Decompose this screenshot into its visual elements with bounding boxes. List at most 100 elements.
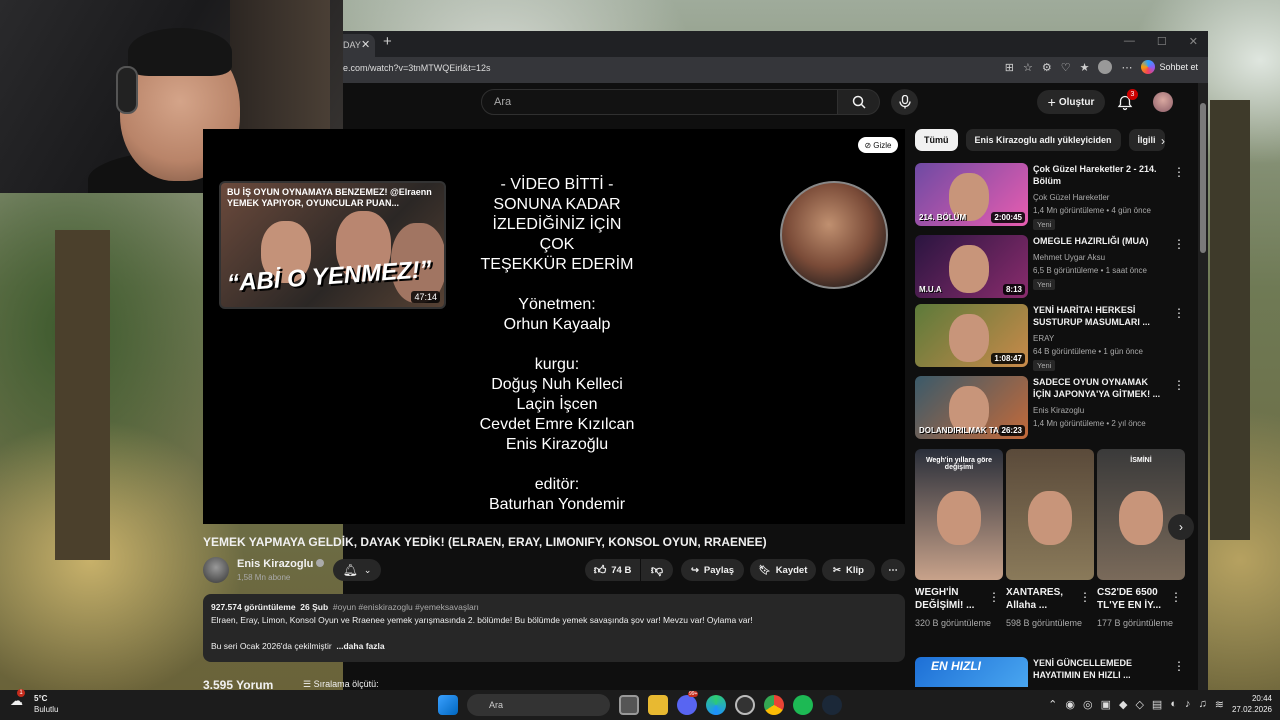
chevron-up-icon[interactable]: ⌃ [1048, 698, 1057, 711]
url-field[interactable]: e.com/watch?v=3tnMTWQEirl&t=12s [343, 63, 491, 73]
video-duration: 2:00:45 [991, 212, 1025, 223]
like-button[interactable]: 👍︎ 74 B [585, 559, 640, 581]
system-clock[interactable]: 20:44 27.02.2026 [1232, 693, 1272, 715]
more-vertical-icon[interactable]: ⋮ [988, 590, 1000, 604]
scrollbar-thumb[interactable] [1200, 103, 1206, 253]
account-avatar[interactable] [1153, 92, 1173, 112]
show-more-link[interactable]: ...daha fazla [336, 641, 384, 651]
more-vertical-icon[interactable]: ⋮ [1170, 590, 1182, 604]
tray-app-icon[interactable]: ▤ [1152, 698, 1162, 711]
share-button[interactable]: ↪ Paylaş [681, 559, 744, 581]
chrome-icon[interactable] [764, 695, 784, 715]
video-player[interactable]: ⊘ Gizle BU İŞ OYUN OYNAMAYA BENZEMEZ! @El… [203, 129, 905, 524]
description-line: Elraen, Eray, Limon, Konsol Oyun ve Rrae… [211, 615, 753, 625]
video-duration: 1:08:47 [991, 353, 1025, 364]
more-vertical-icon[interactable]: ⋮ [1173, 237, 1185, 251]
shorts-next-button[interactable]: › [1168, 514, 1194, 540]
chip-from-uploader[interactable]: Enis Kirazoglu adlı yükleyiciden [965, 129, 1121, 151]
tray-app-icon[interactable]: ◐ [1170, 698, 1177, 710]
wooden-post [55, 230, 110, 560]
recommendation-item[interactable]: EN HIZLI YENİ GÜNCELLEMEDE HAYATIMIN EN … [915, 657, 1185, 687]
recommendation-item[interactable]: 214. BÖLÜM 2:00:45 Çok Güzel Hareketler 2 … [915, 163, 1185, 230]
subscription-bell-button[interactable]: 🔔︎ ⌄ [333, 559, 381, 581]
tray-app-icon[interactable]: ▣ [1101, 698, 1111, 711]
search-icon [852, 95, 866, 109]
spotify-icon[interactable] [793, 695, 813, 715]
short-title: XANTARES, Allaha ... [1006, 587, 1064, 611]
extensions-icon[interactable]: ⚙ [1042, 61, 1052, 74]
create-button[interactable]: + Oluştur [1037, 90, 1105, 114]
more-vertical-icon[interactable]: ⋮ [1173, 306, 1185, 320]
new-badge: Yeni [1033, 279, 1056, 290]
page-scrollbar[interactable] [1198, 83, 1208, 692]
browser-essentials-icon[interactable]: ♡ [1061, 61, 1071, 74]
tray-app-icon[interactable]: ◎ [1083, 698, 1093, 711]
share-label: Paylaş [703, 564, 735, 576]
more-icon[interactable]: ⋯ [1121, 61, 1132, 74]
profile-icon[interactable] [1098, 60, 1113, 74]
endscreen-video-card[interactable]: BU İŞ OYUN OYNAMAYA BENZEMEZ! @Elraenn Y… [219, 181, 446, 309]
short-person [1028, 491, 1072, 545]
favorites-icon[interactable]: ★ [1080, 61, 1090, 74]
create-label: Oluştur [1058, 96, 1095, 108]
hashtags[interactable]: #oyun #eniskirazoglu #yemeksavaşları [333, 602, 479, 612]
clip-button[interactable]: ✂ Klip [822, 559, 875, 581]
save-label: Kaydet [775, 564, 808, 576]
description-box[interactable]: 927.574 görüntüleme 26 Şub #oyun #eniski… [203, 594, 905, 662]
tray-app-icon[interactable]: ◆ [1119, 698, 1127, 711]
hide-endscreen-button[interactable]: ⊘ Gizle [858, 137, 898, 153]
tray-app-icon[interactable]: ◉ [1065, 698, 1075, 711]
clip-label: Klip [846, 564, 864, 576]
endscreen-channel-avatar[interactable] [780, 181, 888, 289]
more-vertical-icon[interactable]: ⋮ [1173, 165, 1185, 179]
short-card[interactable]: Wegh'in yıllara göre değişimi [915, 449, 1003, 580]
tab-close-icon[interactable]: ✕ [361, 38, 370, 51]
steam-icon[interactable] [822, 695, 842, 715]
dislike-button[interactable]: 👎︎ [641, 559, 673, 581]
close-window-icon[interactable]: ✕ [1189, 35, 1198, 48]
task-view-icon[interactable] [619, 695, 639, 715]
recommendation-item[interactable]: 1:08:47 YENİ HARİTA! HERKESİ SUSTURUP MAS… [915, 304, 1185, 371]
channel-avatar[interactable] [203, 557, 229, 583]
new-tab-button[interactable]: + [383, 33, 392, 50]
search-button[interactable] [838, 89, 880, 115]
short-card[interactable]: İSMİNİ [1097, 449, 1185, 580]
notifications-button[interactable]: 3 [1115, 89, 1139, 115]
steam-overlay-icon[interactable] [735, 695, 755, 715]
description-stats: 927.574 görüntüleme 26 Şub #oyun #eniski… [211, 601, 897, 614]
weather-widget[interactable]: ☁ 1 5°C Bulutlu [10, 689, 58, 714]
more-vertical-icon[interactable]: ⋮ [1173, 659, 1185, 673]
speaker-icon[interactable]: ♫ [1198, 698, 1206, 710]
favorite-star-icon[interactable]: ☆ [1023, 61, 1033, 74]
save-button[interactable]: 🔖︎ Kaydet [750, 559, 816, 581]
app-install-icon[interactable]: ⊞ [1005, 61, 1014, 74]
copilot-button[interactable]: Sohbet et [1141, 60, 1198, 74]
file-explorer-icon[interactable] [648, 695, 668, 715]
thumbs-down-icon: 👎︎ [650, 562, 664, 577]
sort-comments-button[interactable]: ☰ Sıralama ölçütü: [303, 679, 379, 690]
voice-search-button[interactable] [891, 89, 918, 115]
short-card[interactable] [1006, 449, 1094, 580]
system-tray: ⌃ ◉ ◎ ▣ ◆ ◇ ▤ ◐ ♪ ♫ ≋ 20:44 27.02.2026 [1048, 693, 1272, 715]
recommendation-item[interactable]: M.U.A 8:13 OMEGLE HAZIRLIĞI (MUA) Mehmet Uy… [915, 235, 1185, 299]
more-vertical-icon[interactable]: ⋮ [1079, 590, 1091, 604]
channel-name[interactable]: Enis Kirazoglu [237, 558, 325, 570]
edge-icon[interactable] [706, 695, 726, 715]
more-actions-button[interactable]: ⋯ [881, 559, 905, 581]
chevron-right-icon[interactable]: › [1161, 134, 1165, 148]
search-input[interactable]: Ara [481, 89, 838, 115]
microphone-icon[interactable]: ♪ [1185, 698, 1191, 710]
taskbar-search[interactable]: Ara [467, 694, 610, 716]
tray-app-icon[interactable]: ◇ [1135, 698, 1143, 711]
active-tab[interactable]: DAY ✕ [343, 34, 375, 57]
windows-start-icon[interactable] [438, 695, 458, 715]
minimize-icon[interactable]: — [1124, 35, 1135, 48]
chip-all[interactable]: Tümü [915, 129, 958, 151]
more-vertical-icon[interactable]: ⋮ [1173, 378, 1185, 392]
maximize-icon[interactable]: ☐ [1157, 35, 1167, 48]
recommendation-item[interactable]: DOLANDIRILMAK TACİZ 26:23 SADECE OYUN OYNA… [915, 376, 1185, 440]
wifi-icon[interactable]: ≋ [1215, 698, 1224, 711]
discord-icon[interactable]: 99+ [677, 691, 699, 715]
chip-related[interactable]: İlgili [1128, 129, 1165, 151]
recommendation-channel: Mehmet Uygar Aksu [1033, 253, 1106, 262]
